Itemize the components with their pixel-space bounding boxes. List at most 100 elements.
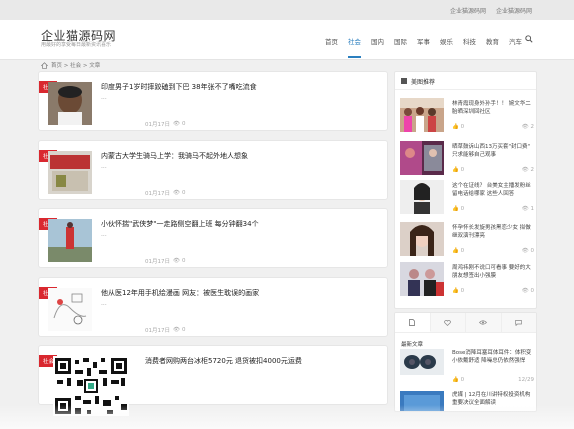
heart-icon [444,319,452,326]
article-date: 01月17日 [145,259,170,265]
sidebar-item[interactable]: 怀孕怀长发旋男孩黑恋少女 拟做继双演刊漂亮 👍 0 👁 0 [400,222,534,262]
sidebar-item-thumbnail[interactable] [400,141,444,175]
sidebar-item-thumbnail[interactable] [400,262,444,296]
sidebar-item[interactable]: 这个在证线？ 台美女主播发粉丝留电话给哪家 这些人回答 👍 0 👁 1 [400,180,534,220]
sidebar-item-title[interactable]: 怀孕怀长发旋男孩黑恋少女 拟做继双演刊漂亮 [452,224,534,240]
latest-article-item[interactable]: Bose消降耳塞耳体耳件：体积变小依戴舒适 降噪总仍依然强悍 👍 0 12/29 [400,349,534,383]
likes-count: 👍 0 [452,167,465,173]
nav-item-tech[interactable]: 科技 [463,36,476,58]
article-card[interactable]: 社会 消费者网购两台冰柜5720元 退货被扣4000元运费 [38,345,388,416]
breadcrumb: 首页 > 社会 > 文章 [41,61,100,69]
tabbed-widget: 最新文章 Bose消降耳塞耳体耳件：体积变小依戴舒适 降噪总仍依然强悍 👍 0 … [394,312,537,412]
bottom-fade [0,405,574,429]
article-card[interactable]: 社会 小伙怀揣"武侠梦"一走路侧空翻上班 每分钟翻34个 ... 01月17日 … [38,208,388,268]
views-count: 👁 2 [521,124,534,130]
sidebar-item[interactable]: 周鸿祎刚不说口可看事 要好的大朋友想签出小强膜 👍 0 👁 0 [400,262,534,302]
article-date: 01月17日 [145,122,170,128]
search-icon[interactable] [525,35,533,43]
tab-popular[interactable] [430,313,466,332]
sidebar-item-title[interactable]: 周鸿祎刚不说口可看事 要好的大朋友想签出小强膜 [452,264,534,280]
article-title[interactable]: 他从医12年用手机绘漫画 网友：被医生耽误的画家 [101,288,259,298]
widget-icon [401,78,407,84]
tab-latest[interactable] [395,313,431,332]
top-link[interactable]: 企业猫源码网 [496,8,532,15]
article-title[interactable]: 消费者网购两台冰柜5720元 退货被扣4000元运费 [145,356,302,366]
top-links: 企业猫源码网 企业猫源码网 [442,6,532,15]
article-views: 0 [181,190,186,196]
nav-item-domestic[interactable]: 国内 [371,36,384,58]
likes-count: 👍 0 [452,248,465,254]
article-card[interactable]: 社会 他从医12年用手机绘漫画 网友：被医生耽误的画家 ... 01月17日 👁… [38,277,388,337]
sidebar-item-meta: 👍 0 👁 0 [452,288,534,294]
section-title: 最新文章 [401,342,424,348]
article-meta: 01月17日 👁 0 [145,120,185,128]
article-card[interactable]: 社会 印度男子1岁时摔跤磕到下巴 38年张不了嘴吃流食 ... 01月17日 👁… [38,71,388,131]
site-subtitle: 用最好的享受每日最新资讯喜乐 [41,42,112,48]
article-thumbnail[interactable] [48,82,92,125]
nav-item-military[interactable]: 军事 [417,36,430,58]
article-excerpt: ... [101,163,107,170]
site-header: 企业猫源码网 用最好的享受每日最新资讯喜乐 首页 社会 国内 国际 军事 娱乐 … [0,20,574,60]
likes-count: 👍 0 [452,288,465,294]
article-excerpt: ... [101,231,107,238]
sidebar-item[interactable]: 林青霞现身外孙手！！ 婉文华二胎晒深圳回社区 👍 0 👁 2 [400,98,534,138]
eye-icon [479,320,488,325]
nav-item-entertainment[interactable]: 娱乐 [440,36,453,58]
article-meta: 01月17日 👁 0 [145,189,185,197]
article-title[interactable]: 印度男子1岁时摔跤磕到下巴 38年张不了嘴吃流食 [101,82,257,92]
latest-article-thumbnail[interactable] [400,349,444,375]
article-title[interactable]: 内蒙古大学生骑马上学：我骑马不起外地人想象 [101,151,248,161]
article-excerpt: ... [101,300,107,307]
likes-count: 👍 0 [452,124,465,130]
article-card[interactable]: 社会 内蒙古大学生骑马上学：我骑马不起外地人想象 ... 01月17日 👁 0 [38,140,388,200]
breadcrumb-text[interactable]: 首页 > 社会 > 文章 [51,61,100,69]
main-nav: 首页 社会 国内 国际 军事 娱乐 科技 教育 汽车 [325,35,533,58]
tab-most-viewed[interactable] [466,313,502,332]
article-thumbnail[interactable] [48,151,92,194]
top-bar: 企业猫源码网 企业猫源码网 [0,0,574,20]
article-meta: 01月17日 👁 0 [145,326,185,334]
nav-item-society[interactable]: 社会 [348,36,361,58]
article-thumbnail[interactable] [48,288,92,331]
sidebar-item-meta: 👍 0 👁 2 [452,124,534,130]
article-views: 0 [181,258,186,264]
sidebar-item-title[interactable]: 林青霞现身外孙手！！ 婉文华二胎晒深圳回社区 [452,100,534,116]
views-count: 👁 0 [521,248,534,254]
article-excerpt: ... [101,94,107,101]
latest-article-title[interactable]: Bose消降耳塞耳体耳件：体积变小依戴舒适 降噪总仍依然强悍 [452,349,534,365]
sidebar-item[interactable]: 晒草鼓诉山西13万买套"封口费" 只求能够自己观事 👍 0 👁 2 [400,141,534,181]
comment-icon [515,319,523,326]
widget-heading: 美图推荐 [395,72,536,90]
featured-images-widget: 美图推荐 林青霞现身外孙手！！ 婉文华二胎晒深圳回社区 👍 0 👁 2 晒草鼓诉… [394,71,537,309]
views-count: 👁 1 [521,206,534,212]
sidebar-item-thumbnail[interactable] [400,222,444,256]
views-count: 👁 0 [521,288,534,294]
eye-icon: 👁 [173,327,180,333]
nav-item-international[interactable]: 国际 [394,36,407,58]
tab-comments[interactable] [501,313,536,332]
article-thumbnail[interactable] [48,219,92,262]
nav-item-education[interactable]: 教育 [486,36,499,58]
top-link[interactable]: 企业猫源码网 [450,8,486,15]
article-date: 01月17日 [145,191,170,197]
eye-icon: 👁 [173,121,180,127]
sidebar-item-title[interactable]: 这个在证线？ 台美女主播发粉丝留电话给哪家 这些人回答 [452,182,534,198]
sidebar-item-meta: 👍 0 👁 2 [452,167,534,173]
sidebar-item-thumbnail[interactable] [400,180,444,214]
article-date: 01月17日 [145,328,170,334]
eye-icon: 👁 [173,258,180,264]
article-meta: 01月17日 👁 0 [145,257,185,265]
latest-article-meta: 👍 0 12/29 [452,377,534,383]
sidebar-item-thumbnail[interactable] [400,98,444,132]
file-icon [409,318,416,326]
widget-heading-text: 美图推荐 [411,79,436,86]
likes-count: 👍 0 [452,377,465,383]
article-title[interactable]: 小伙怀揣"武侠梦"一走路侧空翻上班 每分钟翻34个 [101,219,259,229]
widget-tabs [395,313,536,333]
nav-item-auto[interactable]: 汽车 [509,36,522,58]
sidebar-item-title[interactable]: 晒草鼓诉山西13万买套"封口费" 只求能够自己观事 [452,143,534,159]
article-date: 12/29 [518,377,534,383]
views-count: 👁 2 [521,167,534,173]
sidebar-item-meta: 👍 0 👁 1 [452,206,534,212]
nav-item-home[interactable]: 首页 [325,36,338,58]
